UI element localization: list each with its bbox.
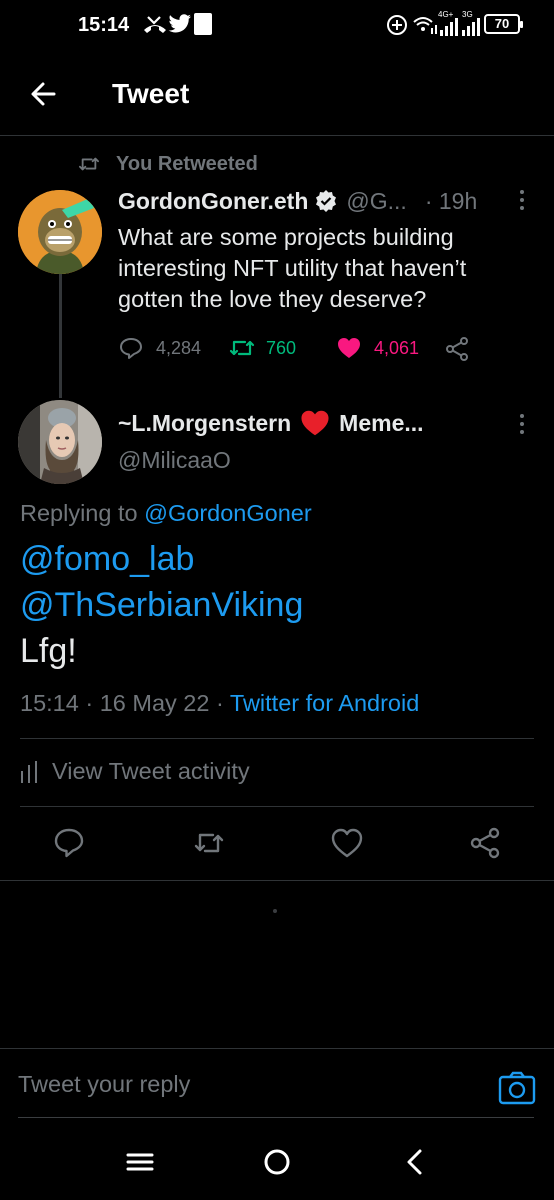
share-icon[interactable] <box>468 826 502 860</box>
page-title: Tweet <box>112 78 190 109</box>
retweet-count-button[interactable]: 760 <box>228 336 296 360</box>
tweet-body: What are some projects building interest… <box>118 224 467 312</box>
reply-author-header[interactable]: ~L.Morgenstern Meme... <box>118 408 424 438</box>
tweet-source-link[interactable]: Twitter for Android <box>230 690 419 716</box>
reply-input-underline <box>18 1117 534 1118</box>
view-tweet-activity-label: View Tweet activity <box>52 758 250 784</box>
analytics-bars-icon <box>21 760 37 783</box>
add-circle-icon <box>387 15 407 35</box>
status-time: 15:14 <box>78 14 130 36</box>
reply-count: 4,284 <box>156 337 202 358</box>
reply-author-name-suffix: Meme... <box>339 409 424 436</box>
battery-icon: 70 <box>484 14 523 34</box>
loading-dot <box>273 909 277 913</box>
app-header: Tweet <box>0 52 554 136</box>
arrow-left-icon[interactable] <box>24 74 64 114</box>
replying-to-handle-link[interactable]: @GordonGoner <box>144 500 312 526</box>
battery-level: 70 <box>494 16 510 31</box>
missed-call-icon <box>144 16 166 33</box>
more-options-icon[interactable] <box>518 414 526 436</box>
reply-composer <box>0 1048 554 1118</box>
tweet-date: 16 May 22 <box>99 690 210 716</box>
author-name[interactable]: GordonGoner.eth <box>118 188 308 215</box>
ape-avatar-image <box>18 190 102 274</box>
reply-text: Lfg! <box>20 632 77 670</box>
reply-author-name: ~L.Morgenstern <box>118 409 292 436</box>
reply-icon <box>120 338 142 359</box>
mention-link[interactable]: @ThSerbianViking <box>20 582 540 628</box>
retweet-icon[interactable] <box>192 826 226 860</box>
share-button[interactable] <box>444 336 470 362</box>
notification-square-icon <box>194 13 212 35</box>
tweet-stats-row: 4,284 760 4,061 <box>118 336 538 364</box>
retweet-context-label: You Retweeted <box>116 152 258 175</box>
back-chevron-icon[interactable] <box>398 1146 434 1178</box>
home-circle-icon[interactable] <box>259 1146 295 1178</box>
divider <box>20 738 534 739</box>
more-options-icon[interactable] <box>518 190 526 212</box>
replying-to-label: Replying to <box>20 500 138 526</box>
twitter-bird-icon <box>168 14 191 33</box>
meta-separator: · <box>85 690 94 716</box>
like-icon[interactable] <box>330 826 364 860</box>
author-handle: @G... <box>346 187 407 214</box>
reply-tweet-body: @fomo_lab @ThSerbianViking Lfg! <box>20 536 540 674</box>
divider <box>0 880 554 881</box>
avatar[interactable] <box>18 400 102 484</box>
avatar[interactable] <box>18 190 102 274</box>
system-navigation-bar <box>0 1120 554 1200</box>
divider <box>20 806 534 807</box>
retweet-icon <box>79 157 99 171</box>
meta-separator: · <box>215 690 224 716</box>
reply-icon[interactable] <box>52 826 86 860</box>
replying-to-line: Replying to @GordonGoner <box>20 500 312 527</box>
reply-author-handle: @MilicaaO <box>118 447 231 473</box>
reply-count-button[interactable]: 4,284 <box>118 336 201 360</box>
red-heart-emoji-icon <box>301 410 329 436</box>
mention-link[interactable]: @fomo_lab <box>20 536 540 582</box>
camera-icon[interactable] <box>498 1071 536 1105</box>
retweet-icon <box>229 340 255 356</box>
heart-filled-icon <box>338 338 360 358</box>
original-tweet-header: GordonGoner.eth @G... · 19h <box>118 186 477 216</box>
menu-icon[interactable] <box>122 1146 158 1178</box>
like-count-button[interactable]: 4,061 <box>336 336 419 360</box>
profile-photo-image <box>18 400 102 484</box>
verified-badge-icon <box>316 190 337 212</box>
like-count: 4,061 <box>374 337 420 358</box>
status-bar: 15:14 4G+ 3G 70 <box>0 0 554 52</box>
retweet-count: 760 <box>266 337 297 358</box>
signal-icon <box>440 18 458 36</box>
tweet-actions-bar <box>0 826 554 866</box>
view-tweet-activity-button[interactable]: View Tweet activity <box>20 758 250 785</box>
tweet-time: · 19h <box>424 187 478 214</box>
wifi-icon <box>413 17 437 34</box>
retweet-context[interactable]: You Retweeted <box>78 152 258 176</box>
tweet-reply-input[interactable] <box>18 1071 478 1098</box>
thread-line <box>59 274 62 398</box>
tweet-time: 15:14 <box>20 690 79 716</box>
share-icon <box>446 337 468 361</box>
signal-icon <box>462 18 480 36</box>
tweet-meta: 15:14 · 16 May 22 · Twitter for Android <box>20 690 419 717</box>
